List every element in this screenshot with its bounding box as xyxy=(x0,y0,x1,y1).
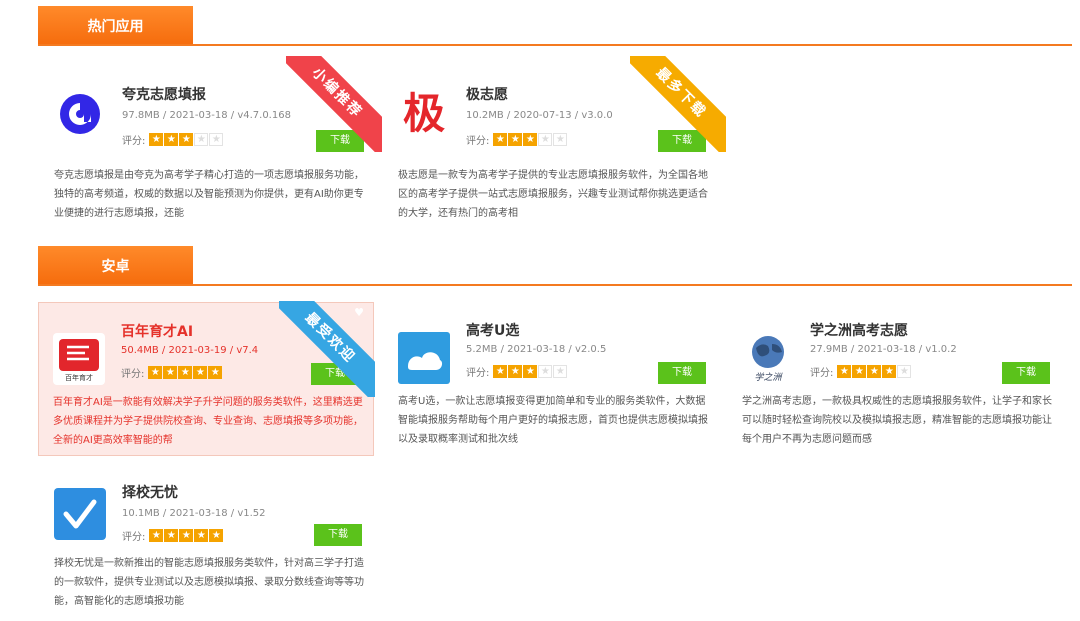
app-rating: 评分: ★ ★ ★ ★ ★ xyxy=(121,365,223,380)
badge-ribbon: 小编推荐 ♪ xyxy=(286,56,382,152)
zexiao-logo-icon xyxy=(54,488,106,540)
rating-label: 评分: xyxy=(810,368,834,379)
sparkle-icon: ♪ xyxy=(362,61,370,74)
app-title[interactable]: 百年育才AI xyxy=(121,321,193,341)
badge-ribbon: 最多下载 ▲ xyxy=(630,56,726,152)
star-icon: ★ xyxy=(164,529,179,542)
app-title[interactable]: 学之洲高考志愿 xyxy=(810,320,908,340)
app-card-xuezhizhou[interactable]: 学之洲 学之洲高考志愿 27.9MB / 2021-03-18 / v1.0.2… xyxy=(728,302,1068,468)
star-rating: ★ ★ ★ ★ ★ xyxy=(493,365,568,378)
app-description: 学之洲高考志愿，一款极具权威性的志愿填报服务软件，让学子和家长可以随时轻松查询院… xyxy=(742,396,1052,445)
download-button[interactable]: 下载 xyxy=(314,524,362,546)
star-rating: ★ ★ ★ ★ ★ xyxy=(493,133,568,146)
rating-label: 评分: xyxy=(122,532,146,543)
app-meta: 5.2MB / 2021-03-18 / v2.0.5 xyxy=(466,344,607,355)
star-icon: ★ xyxy=(208,366,223,379)
app-card-kuake[interactable]: 夸克志愿填报 97.8MB / 2021-03-18 / v4.7.0.168 … xyxy=(40,56,382,224)
app-meta: 10.1MB / 2021-03-18 / v1.52 xyxy=(122,508,266,519)
star-icon: ★ xyxy=(523,133,538,146)
star-icon: ★ xyxy=(553,365,568,378)
ji-logo-char: 极 xyxy=(402,89,445,138)
star-icon: ★ xyxy=(178,366,193,379)
app-rating: 评分: ★ ★ ★ ★ ★ xyxy=(122,132,224,147)
star-icon: ★ xyxy=(493,365,508,378)
app-meta: 50.4MB / 2021-03-19 / v7.4 xyxy=(121,345,259,356)
rating-label: 评分: xyxy=(466,136,490,147)
xuezhizhou-logo-icon: 学之洲 xyxy=(742,332,794,384)
star-icon: ★ xyxy=(209,133,224,146)
download-button[interactable]: 下载 xyxy=(1002,362,1050,384)
app-description: 择校无忧是一款新推出的智能志愿填报服务类软件，针对高三学子打造的一款软件，提供专… xyxy=(54,558,364,607)
app-card-zexiao[interactable]: 择校无忧 10.1MB / 2021-03-18 / v1.52 评分: ★ ★ ★… xyxy=(40,458,380,618)
star-icon: ★ xyxy=(148,366,163,379)
star-icon: ★ xyxy=(538,365,553,378)
star-icon: ★ xyxy=(164,133,179,146)
star-icon: ★ xyxy=(209,529,224,542)
app-card-bainian[interactable]: 百年育才 百年育才AI 50.4MB / 2021-03-19 / v7.4 评… xyxy=(38,301,375,456)
bainian-logo-icon: 百年育才 xyxy=(53,333,105,385)
star-rating: ★ ★ ★ ★ ★ xyxy=(149,529,224,542)
star-rating: ★ ★ ★ ★ ★ xyxy=(149,133,224,146)
app-meta: 27.9MB / 2021-03-18 / v1.0.2 xyxy=(810,344,957,355)
star-icon: ★ xyxy=(882,365,897,378)
star-icon: ★ xyxy=(149,529,164,542)
app-card-ji[interactable]: 极 极志愿 10.2MB / 2020-07-13 / v3.0.0 评分: ★… xyxy=(384,56,726,224)
app-rating: 评分: ★ ★ ★ ★ ★ xyxy=(466,132,568,147)
xuezhizhou-logo-caption: 学之洲 xyxy=(754,373,782,383)
star-icon: ★ xyxy=(867,365,882,378)
star-icon: ★ xyxy=(508,133,523,146)
section-title-hot: 热门应用 xyxy=(38,6,193,46)
star-icon: ★ xyxy=(179,133,194,146)
section-divider xyxy=(38,44,1072,46)
app-rating: 评分: ★ ★ ★ ★ ★ xyxy=(466,364,568,379)
star-icon: ★ xyxy=(194,529,209,542)
star-rating: ★ ★ ★ ★ ★ xyxy=(148,366,223,379)
gaokao-u-logo-icon xyxy=(398,332,450,384)
star-icon: ★ xyxy=(193,366,208,379)
rating-label: 评分: xyxy=(466,368,490,379)
app-title[interactable]: 择校无忧 xyxy=(122,482,178,502)
star-icon: ★ xyxy=(837,365,852,378)
app-rating: 评分: ★ ★ ★ ★ ★ xyxy=(122,528,224,543)
app-card-gaokao-u[interactable]: 高考U选 5.2MB / 2021-03-18 / v2.0.5 评分: ★ ★ ★… xyxy=(384,302,724,468)
download-button[interactable]: 下载 xyxy=(658,362,706,384)
app-title[interactable]: 夸克志愿填报 xyxy=(122,84,206,104)
star-icon: ★ xyxy=(508,365,523,378)
star-icon: ★ xyxy=(163,366,178,379)
heart-icon: ♥ xyxy=(354,306,364,319)
badge-ribbon: 最受欢迎 ♥ xyxy=(279,301,375,397)
star-rating: ★ ★ ★ ★ ★ xyxy=(837,365,912,378)
star-icon: ★ xyxy=(553,133,568,146)
app-meta: 10.2MB / 2020-07-13 / v3.0.0 xyxy=(466,110,613,121)
section-title-android: 安卓 xyxy=(38,246,193,286)
app-title[interactable]: 极志愿 xyxy=(466,84,508,104)
app-description: 夸克志愿填报是由夸克为高考学子精心打造的一项志愿填报服务功能，独特的高考频道，权… xyxy=(54,170,364,219)
app-description: 百年育才AI是一款能有效解决学子升学问题的服务类软件，这里精选更多优质课程并为学… xyxy=(53,397,363,446)
bainian-logo-caption: 百年育才 xyxy=(65,374,93,382)
star-icon: ★ xyxy=(538,133,553,146)
star-icon: ★ xyxy=(493,133,508,146)
star-icon: ★ xyxy=(897,365,912,378)
ji-logo-icon: 极 xyxy=(398,88,450,140)
star-icon: ★ xyxy=(523,365,538,378)
app-title[interactable]: 高考U选 xyxy=(466,320,519,340)
flame-icon: ▲ xyxy=(705,61,715,74)
star-icon: ★ xyxy=(194,133,209,146)
app-rating: 评分: ★ ★ ★ ★ ★ xyxy=(810,364,912,379)
app-meta: 97.8MB / 2021-03-18 / v4.7.0.168 xyxy=(122,110,291,121)
rating-label: 评分: xyxy=(122,136,146,147)
app-description: 极志愿是一款专为高考学子提供的专业志愿填报服务软件，为全国各地区的高考学子提供一… xyxy=(398,170,708,219)
rating-label: 评分: xyxy=(121,369,145,380)
section-header-android: 安卓 xyxy=(38,246,1072,286)
app-description: 高考U选，一款让志愿填报变得更加简单和专业的服务类软件，大数据智能填报服务帮助每… xyxy=(398,396,708,445)
section-header-hot: 热门应用 xyxy=(38,6,1072,46)
star-icon: ★ xyxy=(852,365,867,378)
star-icon: ★ xyxy=(149,133,164,146)
star-icon: ★ xyxy=(179,529,194,542)
kuake-logo-icon xyxy=(54,88,106,140)
section-divider xyxy=(38,284,1072,286)
